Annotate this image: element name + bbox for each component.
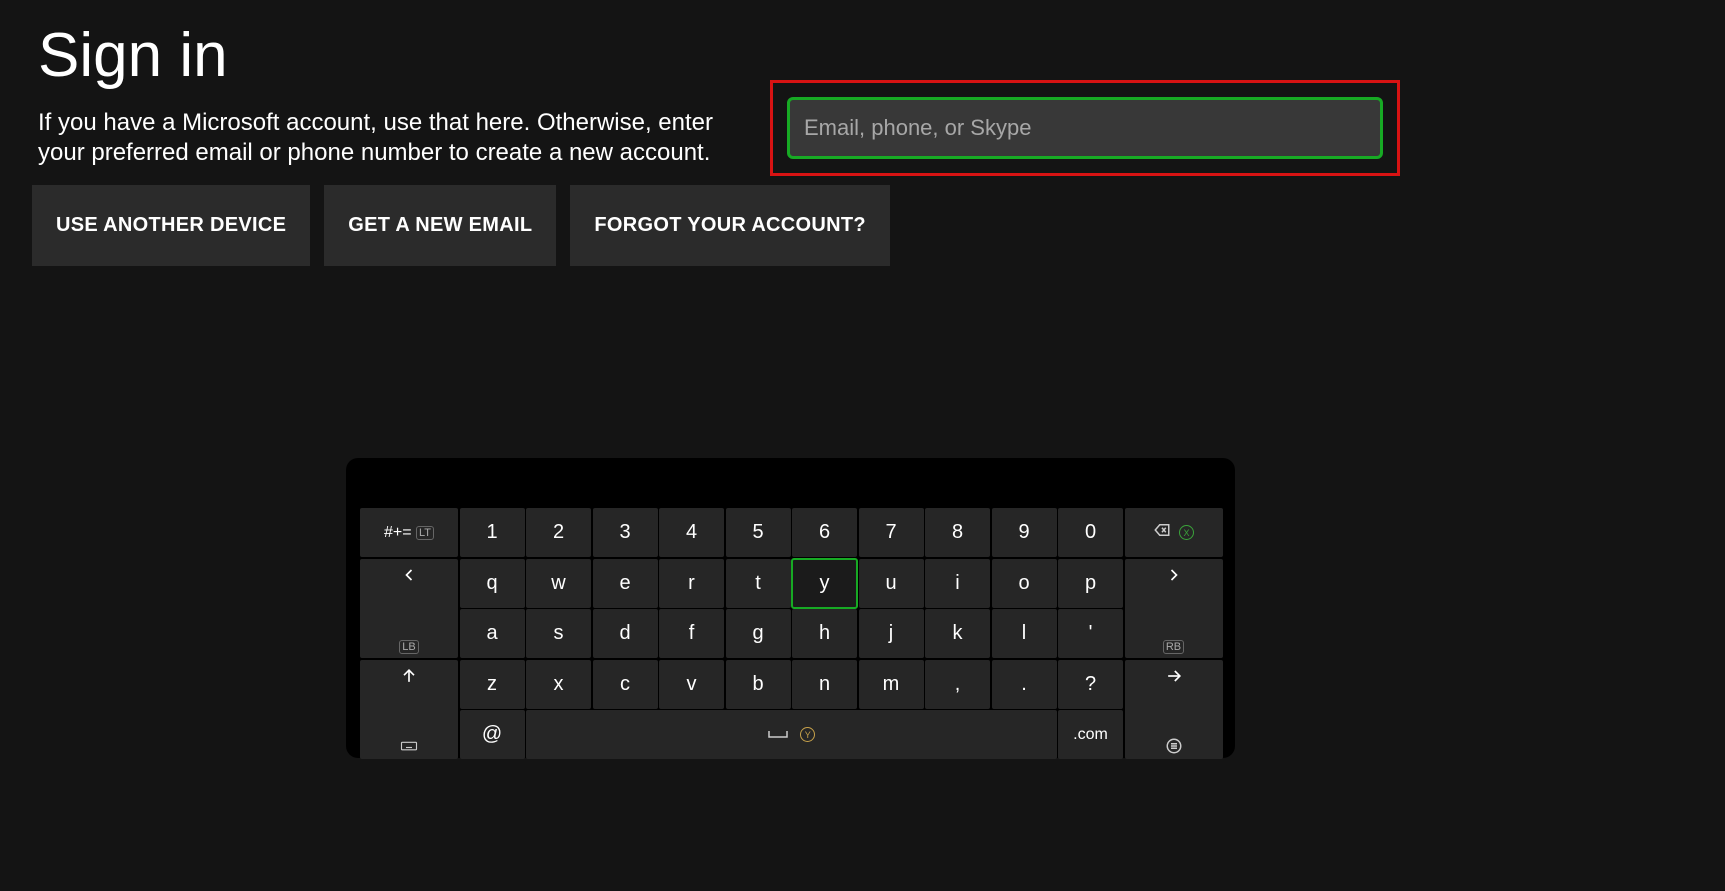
menu-icon xyxy=(1125,737,1223,755)
backspace-icon xyxy=(1153,521,1171,545)
key-enter[interactable] xyxy=(1125,660,1223,760)
key-comma[interactable]: , xyxy=(925,660,990,709)
key-e[interactable]: e xyxy=(593,559,658,608)
key-9[interactable]: 9 xyxy=(992,508,1057,557)
key-at[interactable]: @ xyxy=(460,710,525,759)
key-i[interactable]: i xyxy=(925,559,990,608)
key-f[interactable]: f xyxy=(659,609,724,658)
use-another-device-button[interactable]: USE ANOTHER DEVICE xyxy=(32,185,310,266)
key-d[interactable]: d xyxy=(593,609,658,658)
key-apostrophe[interactable]: ' xyxy=(1058,609,1123,658)
key-y[interactable]: y xyxy=(792,559,857,608)
key-m[interactable]: m xyxy=(859,660,924,709)
key-4[interactable]: 4 xyxy=(659,508,724,557)
email-input-wrapper[interactable] xyxy=(787,97,1383,159)
key-cursor-left[interactable]: LB xyxy=(360,559,458,659)
space-icon xyxy=(767,723,789,746)
key-6[interactable]: 6 xyxy=(792,508,857,557)
x-hint-icon: X xyxy=(1179,525,1194,540)
key-2[interactable]: 2 xyxy=(526,508,591,557)
key-k[interactable]: k xyxy=(925,609,990,658)
key-n[interactable]: n xyxy=(792,660,857,709)
key-w[interactable]: w xyxy=(526,559,591,608)
forgot-account-button[interactable]: FORGOT YOUR ACCOUNT? xyxy=(570,185,890,266)
page-subtitle: If you have a Microsoft account, use tha… xyxy=(38,108,718,168)
key-backspace[interactable]: X xyxy=(1125,508,1223,557)
key-b[interactable]: b xyxy=(726,660,791,709)
key-h[interactable]: h xyxy=(792,609,857,658)
key-x[interactable]: x xyxy=(526,660,591,709)
key-dotcom[interactable]: .com xyxy=(1058,710,1123,759)
arrow-right-icon xyxy=(1164,666,1184,692)
key-period[interactable]: . xyxy=(992,660,1057,709)
key-1[interactable]: 1 xyxy=(460,508,525,557)
key-r[interactable]: r xyxy=(659,559,724,608)
key-l[interactable]: l xyxy=(992,609,1057,658)
key-c[interactable]: c xyxy=(593,660,658,709)
get-new-email-button[interactable]: GET A NEW EMAIL xyxy=(324,185,556,266)
key-symbols[interactable]: #+= LT xyxy=(360,508,458,557)
key-z[interactable]: z xyxy=(460,660,525,709)
key-cursor-right[interactable]: RB xyxy=(1125,559,1223,659)
key-shift[interactable] xyxy=(360,660,458,760)
input-highlight-box xyxy=(770,80,1400,176)
key-o[interactable]: o xyxy=(992,559,1057,608)
arrow-up-icon xyxy=(399,666,419,692)
page-title: Sign in xyxy=(38,20,228,91)
key-7[interactable]: 7 xyxy=(859,508,924,557)
email-input[interactable] xyxy=(804,115,1380,141)
key-s[interactable]: s xyxy=(526,609,591,658)
key-8[interactable]: 8 xyxy=(925,508,990,557)
key-p[interactable]: p xyxy=(1058,559,1123,608)
key-3[interactable]: 3 xyxy=(593,508,658,557)
key-question[interactable]: ? xyxy=(1058,660,1123,709)
key-u[interactable]: u xyxy=(859,559,924,608)
onscreen-keyboard: #+= LT1234567890 X LBqwertyuiopRB asdfghjkl… xyxy=(346,458,1235,758)
key-5[interactable]: 5 xyxy=(726,508,791,557)
key-q[interactable]: q xyxy=(460,559,525,608)
keyboard-layout-icon xyxy=(360,737,458,755)
chevron-left-icon xyxy=(399,565,419,591)
key-space[interactable]: Y xyxy=(526,710,1057,759)
key-j[interactable]: j xyxy=(859,609,924,658)
key-a[interactable]: a xyxy=(460,609,525,658)
chevron-right-icon xyxy=(1164,565,1184,591)
key-g[interactable]: g xyxy=(726,609,791,658)
key-v[interactable]: v xyxy=(659,660,724,709)
key-t[interactable]: t xyxy=(726,559,791,608)
y-hint-icon: Y xyxy=(800,727,815,742)
key-0[interactable]: 0 xyxy=(1058,508,1123,557)
